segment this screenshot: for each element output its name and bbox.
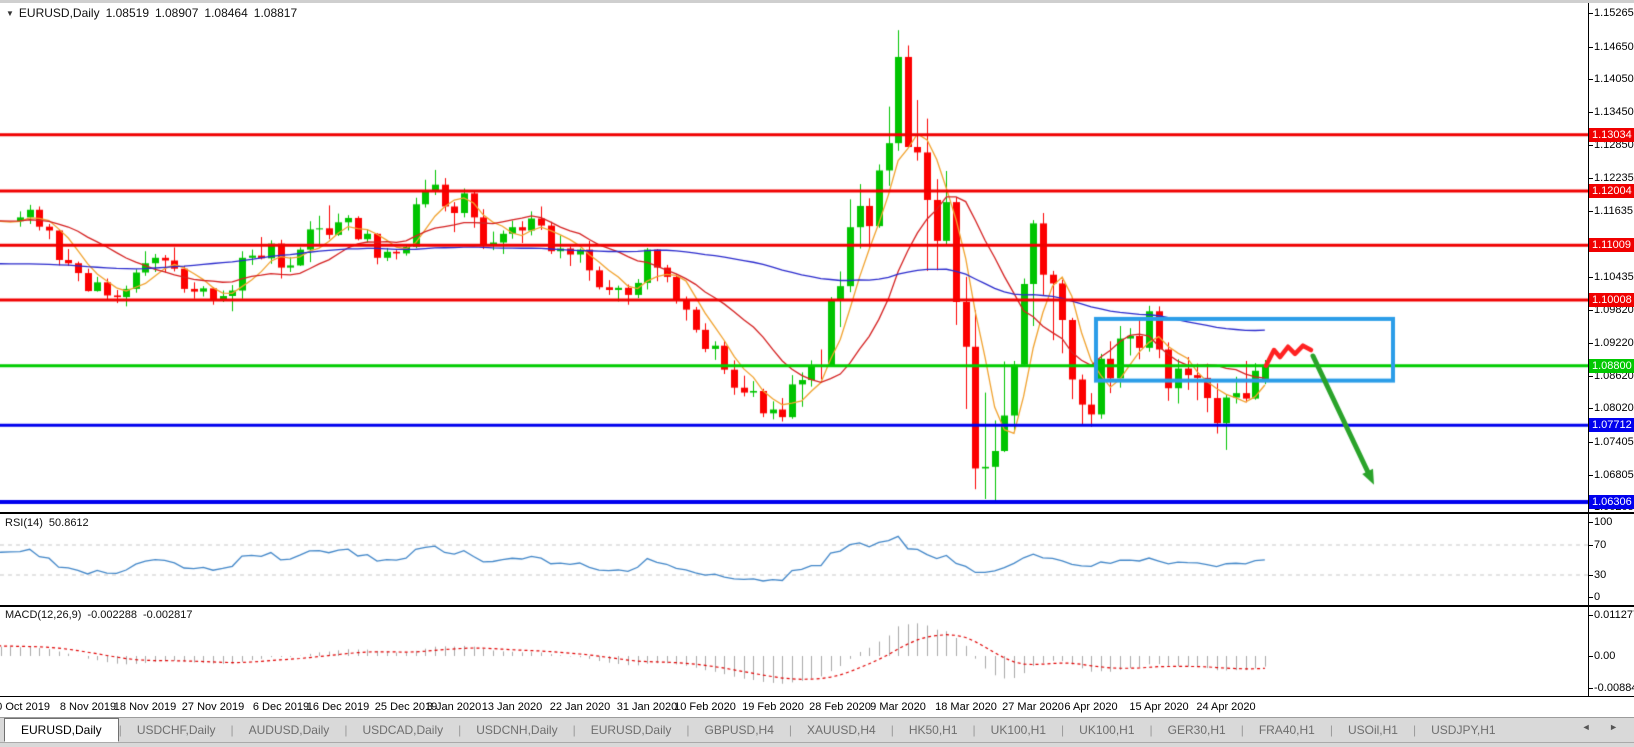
- date-axis-label: 28 Feb 2020: [809, 701, 871, 713]
- macd-name: MACD(12,26,9): [5, 609, 81, 621]
- price-axis-label: 1.07405: [1594, 435, 1634, 449]
- tab-usdcnh-daily[interactable]: USDCNH,Daily: [461, 720, 572, 740]
- tab-hk50-h1[interactable]: HK50,H1: [894, 720, 973, 740]
- macd-signal-value: -0.002817: [143, 609, 193, 621]
- date-axis-label: 3 Jan 2020: [427, 701, 481, 713]
- price-badge: 1.07712: [1589, 418, 1634, 432]
- tab-fra40-h1[interactable]: FRA40,H1: [1244, 720, 1330, 740]
- price-axis-label: 1.09220: [1594, 336, 1634, 350]
- tab-uk100-h1[interactable]: UK100,H1: [976, 720, 1061, 740]
- tab-scroll-arrows[interactable]: ◄ ►: [1582, 722, 1626, 732]
- date-axis-label: 16 Dec 2019: [307, 701, 369, 713]
- macd-axis-label: -0.008845: [1594, 681, 1634, 695]
- tab-usoil-h1[interactable]: USOil,H1: [1333, 720, 1413, 740]
- date-axis-label: 30 Oct 2019: [0, 701, 50, 713]
- macd-axis-label: 0.011277: [1594, 608, 1634, 622]
- macd-main-value: -0.002288: [87, 609, 137, 621]
- rsi-value: 50.8612: [49, 517, 89, 529]
- scroll-right-icon[interactable]: ►: [1609, 722, 1626, 732]
- price-axis-label: 1.15265: [1594, 6, 1634, 20]
- tab-xauusd-h4[interactable]: XAUUSD,H4: [792, 720, 891, 740]
- price-axis-label: 1.13450: [1594, 105, 1634, 119]
- high-value: 1.08907: [155, 6, 198, 20]
- date-axis-label: 6 Dec 2019: [253, 701, 309, 713]
- date-axis-label: 8 Nov 2019: [60, 701, 116, 713]
- rsi-axis-label: 70: [1594, 538, 1606, 552]
- tab-usdchf-daily[interactable]: USDCHF,Daily: [122, 720, 231, 740]
- price-axis-label: 1.10435: [1594, 270, 1634, 284]
- pane-separator[interactable]: [0, 512, 1634, 514]
- window-bottom-edge: [0, 742, 1634, 747]
- mt4-window: ▼ EURUSD,Daily 1.08519 1.08907 1.08464 1.0881…: [0, 0, 1634, 747]
- rsi-axis-label: 100: [1594, 515, 1612, 529]
- scroll-left-icon[interactable]: ◄: [1582, 722, 1599, 732]
- price-axis-label: 1.14650: [1594, 40, 1634, 54]
- price-axis-label: 1.11635: [1594, 204, 1633, 218]
- date-axis-label: 27 Nov 2019: [182, 701, 244, 713]
- date-axis-label: 27 Mar 2020: [1002, 701, 1064, 713]
- price-badge: 1.11009: [1589, 238, 1634, 252]
- date-axis-label: 18 Nov 2019: [114, 701, 176, 713]
- symbol-period-label: EURUSD,Daily: [19, 6, 100, 20]
- tab-uk100-h1[interactable]: UK100,H1: [1064, 720, 1149, 740]
- price-axis-label: 1.14050: [1594, 72, 1634, 86]
- date-axis-label: 18 Mar 2020: [935, 701, 997, 713]
- price-axis-label: 1.12235: [1594, 171, 1634, 185]
- price-badge: 1.06306: [1589, 495, 1634, 509]
- open-value: 1.08519: [106, 6, 149, 20]
- tab-gbpusd-h4[interactable]: GBPUSD,H4: [690, 720, 789, 740]
- tab-audusd-daily[interactable]: AUDUSD,Daily: [234, 720, 345, 740]
- date-axis-label: 15 Apr 2020: [1129, 701, 1188, 713]
- chart-title: ▼ EURUSD,Daily 1.08519 1.08907 1.08464 1.0881…: [6, 6, 297, 20]
- price-badge: 1.13034: [1589, 128, 1634, 142]
- date-axis-label: 22 Jan 2020: [550, 701, 611, 713]
- rsi-pane-canvas[interactable]: [0, 514, 1588, 605]
- macd-indicator-label: MACD(12,26,9) -0.002288 -0.002817: [5, 609, 199, 621]
- date-axis-label: 19 Feb 2020: [742, 701, 804, 713]
- date-axis-label: 9 Mar 2020: [870, 701, 926, 713]
- tab-eurusd-daily[interactable]: EURUSD,Daily: [576, 720, 687, 740]
- price-badge: 1.12004: [1589, 184, 1634, 198]
- macd-axis-label: 0.00: [1594, 649, 1615, 663]
- date-axis-label: 10 Feb 2020: [674, 701, 736, 713]
- price-badge: 1.10008: [1589, 293, 1634, 307]
- date-axis-label: 6 Apr 2020: [1064, 701, 1117, 713]
- tab-ger30-h1[interactable]: GER30,H1: [1153, 720, 1241, 740]
- tab-usdcad-daily[interactable]: USDCAD,Daily: [347, 720, 458, 740]
- rsi-axis-label: 30: [1594, 568, 1606, 582]
- tab-eurusd-daily[interactable]: EURUSD,Daily: [4, 718, 119, 742]
- rsi-indicator-label: RSI(14) 50.8612: [5, 517, 95, 529]
- main-chart-canvas[interactable]: [0, 3, 1588, 512]
- low-value: 1.08464: [204, 6, 247, 20]
- date-axis-label: 13 Jan 2020: [482, 701, 543, 713]
- pane-separator: [0, 696, 1634, 697]
- price-badge: 1.08800: [1589, 359, 1634, 373]
- date-axis-label: 24 Apr 2020: [1196, 701, 1255, 713]
- macd-pane-canvas[interactable]: [0, 607, 1588, 696]
- price-axis-label: 1.08020: [1594, 401, 1634, 415]
- rsi-axis-label: 0: [1594, 590, 1600, 604]
- pane-separator[interactable]: [0, 605, 1634, 607]
- date-axis-label: 31 Jan 2020: [617, 701, 678, 713]
- chart-tab-bar: EURUSD,Daily|USDCHF,Daily|AUDUSD,Daily|U…: [0, 717, 1634, 742]
- price-axis-label: 1.06805: [1594, 468, 1634, 482]
- price-axis-border: [1588, 3, 1589, 697]
- collapse-triangle-icon[interactable]: ▼: [6, 9, 14, 18]
- close-value: 1.08817: [254, 6, 297, 20]
- tab-usdjpy-h1[interactable]: USDJPY,H1: [1416, 720, 1510, 740]
- rsi-name: RSI(14): [5, 517, 43, 529]
